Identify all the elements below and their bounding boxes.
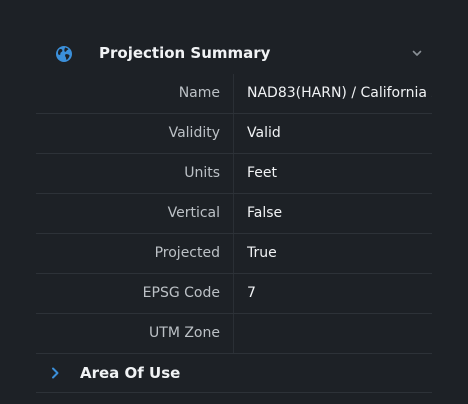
column-divider [233, 274, 234, 313]
property-row-name: Name NAD83(HARN) / California z [36, 74, 432, 114]
projection-summary-header[interactable]: Projection Summary [36, 34, 432, 74]
property-row-utm-zone: UTM Zone [36, 314, 432, 354]
globe-icon [56, 46, 72, 62]
property-label: UTM Zone [149, 325, 220, 341]
column-divider [233, 154, 234, 193]
property-value: 7 [247, 285, 256, 301]
property-row-validity: Validity Valid [36, 114, 432, 154]
column-divider [233, 194, 234, 233]
property-label: Vertical [167, 205, 220, 221]
property-value: NAD83(HARN) / California z [247, 85, 432, 101]
column-divider [233, 74, 234, 113]
projection-properties-table: Name NAD83(HARN) / California z Validity… [36, 74, 432, 354]
property-label: EPSG Code [142, 285, 220, 301]
property-value: True [247, 245, 277, 261]
property-value: Valid [247, 125, 281, 141]
area-of-use-section[interactable]: Area Of Use [36, 354, 432, 393]
property-row-epsg-code: EPSG Code 7 [36, 274, 432, 314]
property-row-projected: Projected True [36, 234, 432, 274]
column-divider [233, 314, 234, 353]
chevron-right-icon[interactable] [49, 366, 61, 380]
section-title: Area Of Use [80, 364, 181, 382]
chevron-down-icon[interactable] [411, 47, 423, 59]
property-value: False [247, 205, 283, 221]
property-row-units: Units Feet [36, 154, 432, 194]
property-value [247, 314, 432, 353]
property-row-vertical: Vertical False [36, 194, 432, 234]
column-divider [233, 234, 234, 273]
panel-title: Projection Summary [99, 44, 271, 62]
property-value: Feet [247, 165, 278, 181]
property-label: Name [178, 85, 220, 101]
property-label: Projected [154, 245, 220, 261]
property-label: Validity [168, 125, 220, 141]
column-divider [233, 114, 234, 153]
property-label: Units [184, 165, 220, 181]
